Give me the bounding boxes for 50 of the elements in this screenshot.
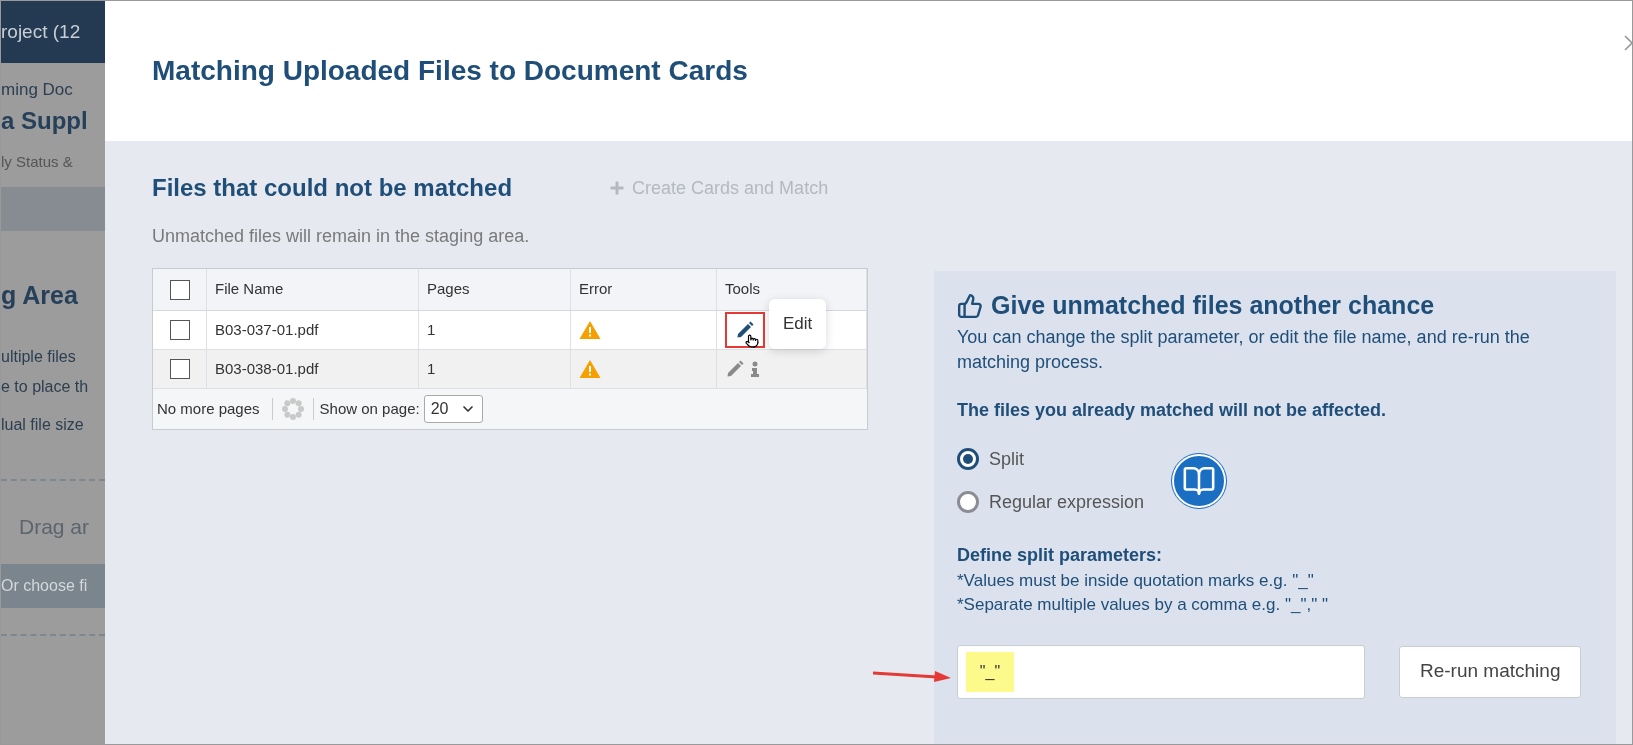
panel-title: Give unmatched files another chance xyxy=(991,290,1435,321)
pages-cell-text: 1 xyxy=(427,358,436,379)
checkbox[interactable] xyxy=(169,320,190,340)
hint-text: *Values must be inside quotation marks e.g. "_" xyxy=(957,569,1315,592)
thumbs-up-icon xyxy=(957,292,983,319)
highlighted-edit-button[interactable] xyxy=(725,312,765,348)
page-text-line: ultiple files xyxy=(1,346,77,367)
hint-text: *Separate multiple values by a comma e.g. "_"," " xyxy=(957,593,1329,616)
page-size-label: Show on page: xyxy=(312,397,420,421)
page-size-select[interactable]: 20 xyxy=(423,395,484,423)
tooltip: Edit xyxy=(769,299,827,349)
info-icon[interactable] xyxy=(751,361,759,377)
params-title: Define split parameters: xyxy=(957,543,1164,567)
panel-notice: The files you already matched will not be affected. xyxy=(957,398,1388,422)
pencil-icon[interactable] xyxy=(735,320,755,340)
column-header: File Name xyxy=(215,279,284,300)
help-book-icon[interactable] xyxy=(1172,453,1227,508)
column-header: Pages xyxy=(427,279,470,300)
plus-icon xyxy=(608,179,627,197)
section-title: g Area xyxy=(1,280,79,311)
mode-radio[interactable]: Split xyxy=(957,445,1145,473)
checkbox[interactable] xyxy=(169,279,190,300)
page-text-line: lual file size xyxy=(1,414,85,435)
mode-radio[interactable]: Regular expression xyxy=(957,488,1145,516)
warning-icon xyxy=(579,359,601,379)
pagination-status: No more pages xyxy=(157,397,273,421)
drop-zone-text: Drag ar xyxy=(18,513,91,540)
column-header: Error xyxy=(579,279,613,300)
page-title: a Suppl xyxy=(1,105,89,136)
staging-note: Unmatched files will remain in the staging area. xyxy=(152,225,531,248)
highlighted-value-input[interactable]: "_" xyxy=(966,651,1014,692)
page-subtitle: ly Status & xyxy=(1,151,74,172)
project-title: roject (12 xyxy=(1,19,81,44)
split-parameter-field[interactable]: "_" xyxy=(957,644,1365,699)
file-name-cell-text: B03-038-01.pdf xyxy=(215,358,319,379)
section-title: Files that could not be matched xyxy=(152,173,513,203)
table-row[interactable]: B03-038-01.pdf 1 xyxy=(153,350,867,389)
pages-cell-text: 1 xyxy=(427,319,436,340)
file-name-cell-text: B03-037-01.pdf xyxy=(215,319,319,340)
breadcrumb: ming Doc xyxy=(1,79,74,101)
modal-title: Matching Uploaded Files to Document Cards xyxy=(152,54,748,88)
rerun-matching-button[interactable]: Re-run matching xyxy=(1399,645,1582,698)
page-text-line: e to place th xyxy=(1,376,90,397)
hand-cursor-icon xyxy=(745,334,759,348)
column-header: Tools xyxy=(725,279,761,300)
checkbox[interactable] xyxy=(169,359,190,379)
panel-description: You can change the split parameter, or edit the file name, and re-run the matching process. xyxy=(957,325,1531,374)
warning-icon xyxy=(579,320,601,340)
close-icon[interactable] xyxy=(1624,35,1632,51)
loading-spinner-icon xyxy=(280,397,305,421)
